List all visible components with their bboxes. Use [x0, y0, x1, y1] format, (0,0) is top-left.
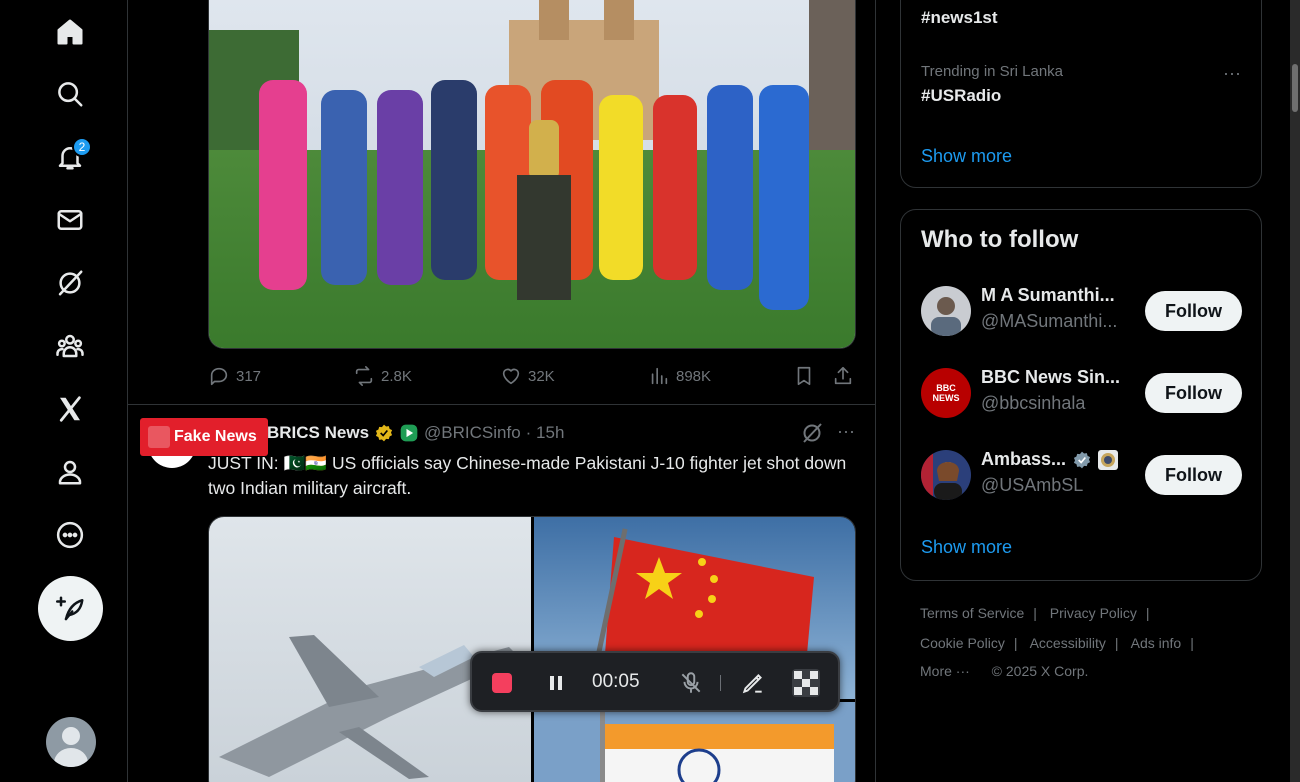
tweet1-action-bar: 317 2.8K 32K 898K — [208, 362, 856, 392]
bell-icon[interactable]: 2 — [50, 137, 92, 177]
tweet2-text: JUST IN: 🇵🇰🇮🇳 US officials say Chinese-m… — [208, 453, 847, 498]
trend-meta: Trending in Sri Lanka — [921, 63, 1064, 80]
follow-button[interactable]: Follow — [1145, 291, 1242, 331]
tweet2-timestamp[interactable]: · 15h — [526, 423, 565, 443]
user-handle: @USAmbSL — [981, 475, 1084, 495]
reply-button[interactable]: 317 — [208, 362, 261, 390]
trend-tag[interactable]: #USRadio — [921, 86, 1001, 106]
x-logo-icon[interactable] — [50, 389, 90, 429]
tweet-divider — [128, 404, 875, 405]
tweet2-author-name[interactable]: BRICS News — [267, 423, 369, 443]
user-name-text: Ambass... — [981, 449, 1067, 469]
right-sidebar: #news1st Trending in Sri Lanka ··· #USRa… — [900, 0, 1262, 782]
user-name: BBC News Sin... — [981, 367, 1121, 387]
mic-muted-icon[interactable] — [678, 670, 704, 696]
accessibility-link[interactable]: Accessibility — [1030, 635, 1106, 651]
user-name: Ambass... — [981, 449, 1119, 470]
user-avatar[interactable] — [921, 286, 971, 336]
trend-more-icon[interactable]: ··· — [1223, 63, 1241, 84]
bookmark-button[interactable] — [793, 362, 815, 390]
user-avatar[interactable]: BBC NEWS — [921, 368, 971, 418]
follow-suggestion[interactable]: BBC NEWS BBC News Sin... @bbcsinhala Fol… — [921, 365, 1243, 421]
profile-avatar[interactable] — [46, 717, 96, 767]
reply-icon — [210, 367, 228, 386]
pause-icon[interactable] — [546, 673, 566, 693]
person-icon[interactable] — [50, 452, 90, 492]
follow-suggestion[interactable]: M A Sumanthi... @MASumanthi... Follow — [921, 283, 1243, 339]
government-seal-icon — [1098, 449, 1119, 470]
left-navigation: 2 — [0, 0, 127, 782]
tweet2-handle[interactable]: @BRICSinfo — [424, 423, 521, 443]
privacy-link[interactable]: Privacy Policy — [1050, 605, 1137, 621]
tweet2-media[interactable] — [208, 516, 856, 782]
pen-icon[interactable] — [740, 670, 766, 696]
record-stop-button[interactable] — [492, 673, 512, 693]
bar-chart-icon — [651, 367, 668, 385]
who-to-follow-panel: Who to follow M A Sumanthi... @MASumanth… — [900, 209, 1262, 581]
trends-panel: #news1st Trending in Sri Lanka ··· #USRa… — [900, 0, 1262, 188]
views-button[interactable]: 898K — [648, 362, 711, 390]
terms-link[interactable]: Terms of Service — [920, 605, 1024, 621]
trend-tag[interactable]: #news1st — [921, 8, 998, 28]
repost-count: 2.8K — [381, 367, 412, 385]
screen-recorder-toolbar: 00:05 — [470, 651, 840, 712]
repost-icon — [355, 366, 373, 386]
user-handle: @bbcsinhala — [981, 393, 1086, 413]
follow-suggestion[interactable]: Ambass... @USAmbSL Follow — [921, 447, 1243, 503]
toolbar-divider — [720, 675, 721, 691]
grok-icon[interactable] — [800, 421, 824, 445]
share-button[interactable] — [832, 362, 854, 390]
notification-badge: 2 — [72, 137, 92, 157]
user-name: M A Sumanthi... — [981, 285, 1115, 305]
page-scrollbar[interactable] — [1290, 0, 1300, 782]
who-to-follow-title: Who to follow — [921, 226, 1079, 253]
follow-button[interactable]: Follow — [1145, 455, 1242, 495]
jet-image[interactable] — [209, 517, 531, 782]
bbc-news-logo-text: BBC NEWS — [932, 383, 960, 403]
reply-count: 317 — [236, 367, 262, 385]
gold-verified-icon — [375, 424, 393, 442]
view-count: 898K — [676, 367, 712, 385]
mosaic-icon[interactable] — [792, 669, 820, 697]
cookie-link[interactable]: Cookie Policy — [920, 635, 1005, 651]
user-handle: @MASumanthi... — [981, 311, 1118, 331]
feather-plus-icon — [55, 596, 83, 620]
user-avatar[interactable] — [921, 450, 971, 500]
bookmark-icon — [797, 366, 811, 386]
more-circle-icon[interactable] — [50, 515, 90, 555]
follow-button[interactable]: Follow — [1145, 373, 1242, 413]
copyright-text: © 2025 X Corp. — [991, 663, 1089, 679]
search-icon[interactable] — [50, 74, 90, 114]
recording-timer: 00:05 — [592, 671, 640, 692]
affiliate-badge-icon — [400, 424, 418, 442]
gray-verified-icon — [1073, 451, 1091, 468]
repost-button[interactable]: 2.8K — [353, 362, 412, 390]
footer-more-link[interactable]: More ··· — [920, 663, 970, 679]
trends-show-more-link[interactable]: Show more — [921, 146, 1012, 167]
mail-icon[interactable] — [50, 200, 90, 240]
home-icon[interactable] — [50, 12, 90, 52]
who-to-follow-show-more-link[interactable]: Show more — [921, 537, 1012, 558]
more-options-icon[interactable]: ··· — [834, 421, 858, 445]
like-button[interactable]: 32K — [500, 362, 555, 390]
like-count: 32K — [528, 367, 555, 385]
people-icon[interactable] — [50, 326, 90, 366]
ads-info-link[interactable]: Ads info — [1131, 635, 1182, 651]
heart-icon — [502, 368, 520, 385]
india-flag-image[interactable] — [534, 702, 855, 782]
tweet2-header: BRICS News @BRICSinfo · 15h — [267, 420, 564, 446]
share-icon — [834, 366, 852, 385]
post-button[interactable] — [38, 576, 103, 641]
grok-icon[interactable] — [50, 263, 90, 303]
tweet-image-cricket-captains[interactable] — [208, 0, 856, 349]
scrollbar-thumb[interactable] — [1292, 64, 1298, 112]
